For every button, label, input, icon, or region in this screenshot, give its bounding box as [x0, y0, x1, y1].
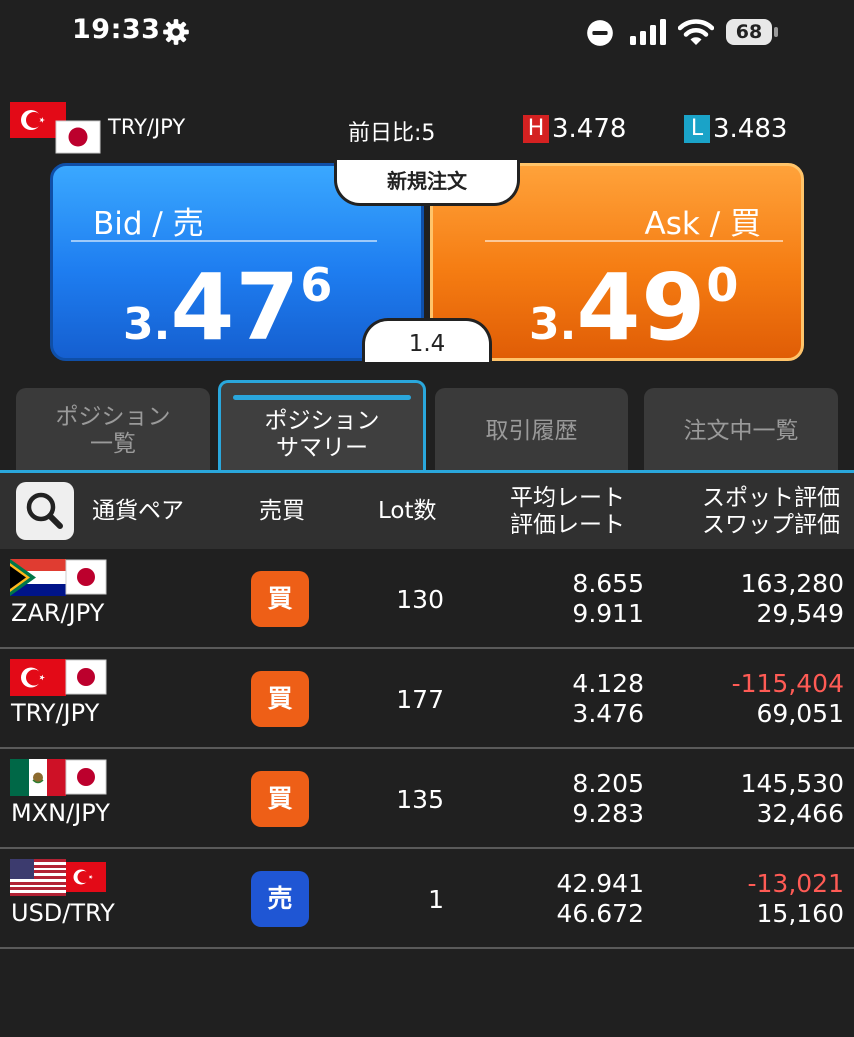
ask-price-prefix: 3. [529, 299, 577, 350]
tab-open-orders-label: 注文中一覧 [683, 417, 799, 444]
col-avg-rate: 平均レート [510, 485, 625, 511]
row-spot-eval: -115,404 [731, 669, 844, 698]
tab-position-list-label: ポジション 一覧 [56, 404, 171, 458]
signal-icon [630, 19, 666, 45]
ask-divider [485, 240, 783, 242]
search-button[interactable] [16, 482, 74, 540]
tab-open-orders[interactable]: 注文中一覧 [644, 388, 838, 474]
battery-indicator: 68 [726, 19, 778, 45]
ask-label: Ask / 買 [644, 206, 761, 242]
row-eval-rate: 46.672 [556, 899, 644, 928]
battery-level: 68 [735, 21, 763, 43]
col-swap-eval: スワップ評価 [702, 512, 840, 538]
tab-position-list[interactable]: ポジション 一覧 [16, 388, 210, 474]
row-avg-rate: 8.655 [572, 569, 644, 598]
ask-price-pip: 0 [706, 258, 739, 312]
ask-price: 3.490 [529, 254, 738, 361]
position-tabs: ポジション 一覧 ポジション サマリー 取引履歴 注文中一覧 [0, 380, 854, 476]
low-badge: L [684, 115, 710, 143]
row-swap-eval: 15,160 [756, 899, 844, 928]
high-badge: H [523, 115, 549, 143]
bid-price-prefix: 3. [123, 299, 171, 350]
col-side: 売買 [259, 498, 305, 524]
row-swap-eval: 69,051 [756, 699, 844, 728]
table-row[interactable]: USD/TRY 売 1 42.941 46.672 -13,021 15,160 [0, 849, 854, 949]
row-pair: USD/TRY [11, 899, 115, 927]
new-order-label: 新規注文 [334, 160, 520, 206]
row-avg-rate: 42.941 [556, 869, 644, 898]
selected-pair: TRY/JPY [108, 115, 186, 139]
high-price: H 3.478 [523, 114, 626, 144]
high-value: 3.478 [552, 114, 627, 144]
tab-trade-history-label: 取引履歴 [485, 417, 578, 444]
daily-change-label: 前日比: [348, 121, 422, 146]
low-value: 3.483 [713, 114, 788, 144]
row-pair: ZAR/JPY [11, 599, 105, 627]
row-swap-eval: 29,549 [756, 599, 844, 628]
side-badge: 買 [251, 571, 309, 627]
row-eval-rate: 3.476 [572, 699, 644, 728]
row-pair: MXN/JPY [11, 799, 110, 827]
daily-change-value: 5 [421, 121, 436, 146]
table-row[interactable]: ZAR/JPY 買 130 8.655 9.911 163,280 29,549 [0, 549, 854, 649]
side-badge: 買 [251, 771, 309, 827]
spread-value: 1.4 [362, 318, 492, 362]
col-eval-rate: 評価レート [510, 512, 625, 538]
wifi-icon [678, 19, 714, 45]
bid-label: Bid / 売 [93, 206, 204, 242]
tab-position-summary[interactable]: ポジション サマリー [218, 380, 426, 476]
tab-label-line1: ポジション [264, 407, 380, 434]
row-spot-eval: 145,530 [740, 769, 844, 798]
side-badge: 売 [251, 871, 309, 927]
status-bar: 19:33 68 [0, 0, 854, 64]
tab-label-line1: ポジション [55, 404, 171, 430]
table-row[interactable]: TRY/JPY 買 177 4.128 3.476 -115,404 69,05… [0, 649, 854, 749]
row-lot: 1 [428, 885, 444, 914]
mxn-jpy-flags [10, 759, 107, 796]
search-icon [26, 492, 63, 529]
row-pair: TRY/JPY [11, 699, 100, 727]
col-spot-eval: スポット評価 [702, 485, 840, 511]
col-pair: 通貨ペア [92, 498, 184, 524]
bid-divider [71, 240, 377, 242]
side-badge: 買 [251, 671, 309, 727]
row-avg-rate: 8.205 [572, 769, 644, 798]
low-price: L 3.483 [684, 114, 787, 144]
ask-price-main: 49 [576, 254, 707, 361]
tab-label-line2: サマリー [276, 434, 368, 461]
tab-trade-history[interactable]: 取引履歴 [435, 388, 628, 474]
table-row[interactable]: MXN/JPY 買 135 8.205 9.283 145,530 32,466 [0, 749, 854, 849]
col-lot: Lot数 [378, 498, 437, 524]
row-lot: 135 [396, 785, 444, 814]
battery-tip [774, 27, 778, 37]
active-tab-indicator [233, 395, 411, 400]
do-not-disturb-icon [587, 20, 613, 46]
try-jpy-flags [10, 659, 107, 696]
row-swap-eval: 32,466 [756, 799, 844, 828]
row-eval-rate: 9.283 [572, 799, 644, 828]
row-lot: 130 [396, 585, 444, 614]
row-spot-eval: -13,021 [747, 869, 845, 898]
bid-price-main: 47 [170, 254, 301, 361]
tab-position-summary-label: ポジション サマリー [265, 408, 380, 462]
row-spot-eval: 163,280 [740, 569, 844, 598]
row-eval-rate: 9.911 [572, 599, 644, 628]
row-lot: 177 [396, 685, 444, 714]
try-jpy-flags [10, 102, 101, 154]
daily-change: 前日比:5 [348, 115, 435, 147]
tab-label-line2: 一覧 [90, 431, 136, 457]
status-clock: 19:33 [72, 14, 161, 45]
usd-try-flags [10, 859, 106, 896]
table-header: 通貨ペア 売買 Lot数 平均レート 評価レート スポット評価 スワップ評価 [0, 473, 854, 549]
bid-price: 3.476 [123, 254, 332, 361]
row-avg-rate: 4.128 [572, 669, 644, 698]
zar-jpy-flags [10, 559, 107, 596]
gear-icon [163, 19, 189, 45]
bid-price-pip: 6 [300, 258, 333, 312]
